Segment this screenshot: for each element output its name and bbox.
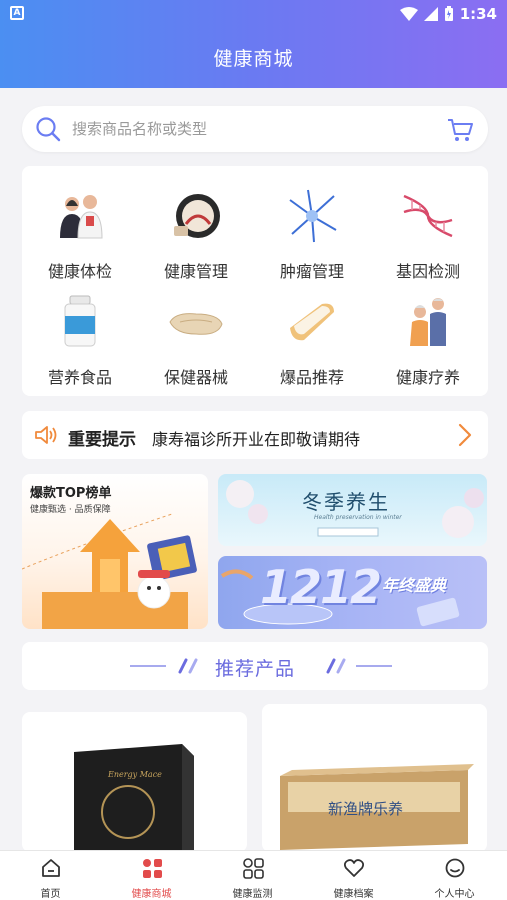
recommend-header: 推荐产品 [22, 642, 488, 690]
product-name: 新渔牌乐养 [328, 800, 404, 818]
sale-number: 1212 [260, 560, 382, 614]
doctors-icon [60, 195, 103, 239]
tab-health-mall[interactable]: 健康商城 [101, 851, 202, 900]
top-list-banner[interactable]: 爆款TOP榜单 健康甄选 · 品质保障 [22, 474, 208, 629]
supplement-bottle-icon [64, 295, 96, 347]
tab-label: 个人中心 [434, 889, 475, 900]
status-bar: A 1:34 [0, 0, 507, 28]
page-title: 健康商城 [213, 48, 294, 70]
speaker-icon [35, 426, 57, 444]
search-icon[interactable] [34, 115, 62, 143]
tab-label: 健康监测 [232, 889, 273, 900]
category-health-retreat[interactable]: 健康疗养 [370, 282, 486, 387]
category-label: 爆品推荐 [279, 368, 344, 387]
wifi-icon [399, 7, 418, 21]
chevron-right-icon[interactable] [458, 423, 472, 447]
product-name: Energy Mace [108, 770, 162, 779]
category-gene-test[interactable]: 基因检测 [370, 176, 486, 281]
search-input[interactable] [72, 117, 412, 141]
category-label: 肿瘤管理 [279, 262, 344, 281]
category-label: 营养食品 [47, 368, 112, 387]
mattress-icon [290, 303, 334, 341]
tab-label: 健康商城 [131, 889, 172, 900]
monitor-grid-icon [242, 858, 264, 879]
tab-health-records[interactable]: 健康档案 [303, 851, 404, 900]
pillow-icon [169, 313, 223, 335]
product-image [280, 764, 474, 850]
shop-grid-icon [142, 859, 162, 878]
product-card[interactable]: Energy Mace [22, 712, 247, 852]
battery-icon [444, 6, 453, 21]
cart-icon[interactable] [446, 116, 474, 144]
divider-decoration-right [326, 658, 392, 674]
app-notification-icon: A [10, 6, 24, 20]
banner-subtitle: Health preservation in winter [314, 514, 402, 521]
category-label: 健康管理 [163, 262, 228, 281]
category-health-device[interactable]: 保健器械 [138, 282, 254, 387]
dna-icon [403, 194, 453, 238]
neuron-icon [289, 189, 337, 243]
search-bar [22, 106, 488, 152]
status-time: 1:34 [459, 5, 497, 23]
profile-icon [445, 858, 464, 878]
scale-icon [174, 194, 220, 238]
sale-text: 年终盛典 [382, 576, 447, 595]
category-label: 基因检测 [395, 262, 460, 281]
elderly-couple-icon [410, 298, 446, 346]
product-image [74, 744, 194, 852]
bottom-tab-bar: 首页 健康商城 健康监测 健康档案 个人中心 [0, 850, 507, 900]
signal-icon [423, 7, 438, 21]
trophy-illustration [22, 513, 197, 629]
category-label: 健康疗养 [395, 368, 460, 387]
winter-banner[interactable]: 冬季养生 Health preservation in winter [218, 474, 487, 546]
home-icon [41, 859, 60, 877]
tab-label: 健康档案 [333, 889, 374, 900]
category-tumor-management[interactable]: 肿瘤管理 [254, 176, 370, 281]
category-grid: 健康体检 健康管理 肿瘤管理 基因检测 营养食品 保健器械 爆品推荐 健康疗养 [22, 166, 488, 396]
notice-bar[interactable]: 重要提示 康寿福诊所开业在即敬请期待 [22, 411, 488, 459]
tab-label: 首页 [40, 889, 61, 900]
category-health-management[interactable]: 健康管理 [138, 176, 254, 281]
tab-home[interactable]: 首页 [0, 851, 101, 900]
category-label: 健康体检 [47, 262, 112, 281]
category-hot-products[interactable]: 爆品推荐 [254, 282, 370, 387]
recommend-title: 推荐产品 [214, 658, 295, 680]
header: A 1:34 健康商城 [0, 0, 507, 88]
notice-text: 康寿福诊所开业在即敬请期待 [152, 430, 361, 449]
heart-icon [343, 859, 364, 877]
category-nutrition-food[interactable]: 营养食品 [22, 282, 138, 387]
tab-profile[interactable]: 个人中心 [404, 851, 505, 900]
notice-title: 重要提示 [68, 430, 136, 450]
status-icons: 1:34 [399, 5, 497, 23]
banner-title: 冬季养生 [302, 490, 390, 514]
category-health-checkup[interactable]: 健康体检 [22, 176, 138, 281]
sale-banner[interactable]: 1212 年终盛典 [218, 556, 487, 629]
product-card[interactable]: 新渔牌乐养 [262, 704, 487, 852]
tab-health-monitor[interactable]: 健康监测 [202, 851, 303, 900]
category-label: 保健器械 [163, 368, 228, 387]
